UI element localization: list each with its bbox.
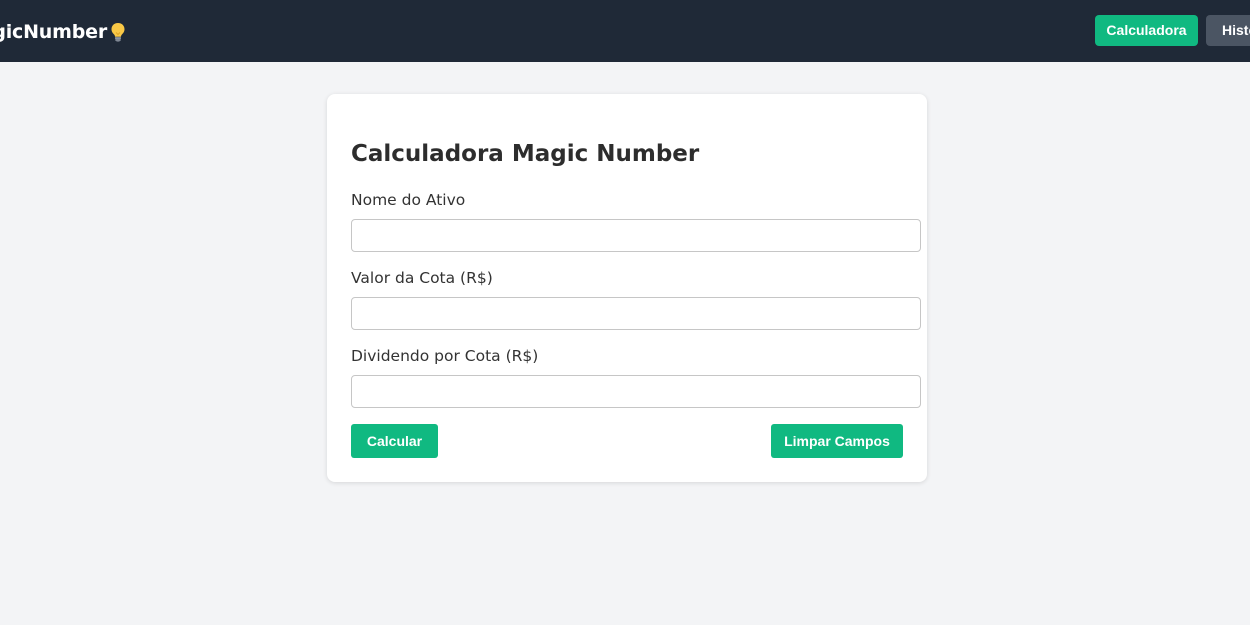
calculate-button[interactable]: Calcular	[351, 424, 438, 458]
page-title: Calculadora Magic Number	[351, 141, 700, 167]
share-price-label: Valor da Cota (R$)	[351, 269, 493, 287]
brand-logo[interactable]: MagicNumber	[0, 17, 126, 47]
dividend-label: Dividendo por Cota (R$)	[351, 347, 539, 365]
clear-fields-button[interactable]: Limpar Campos	[771, 424, 903, 458]
share-price-input[interactable]	[351, 297, 921, 330]
nav-history-button[interactable]: Histórico	[1206, 15, 1250, 46]
asset-name-label: Nome do Ativo	[351, 191, 466, 209]
asset-name-input[interactable]	[351, 219, 921, 252]
lightbulb-icon	[110, 22, 126, 42]
brand-name: MagicNumber	[0, 21, 107, 43]
calculator-card: Calculadora Magic Number Nome do Ativo V…	[327, 94, 927, 482]
dividend-input[interactable]	[351, 375, 921, 408]
nav-calculator-button[interactable]: Calculadora	[1095, 15, 1198, 46]
top-navbar: MagicNumber Calculadora Histórico	[0, 0, 1250, 62]
